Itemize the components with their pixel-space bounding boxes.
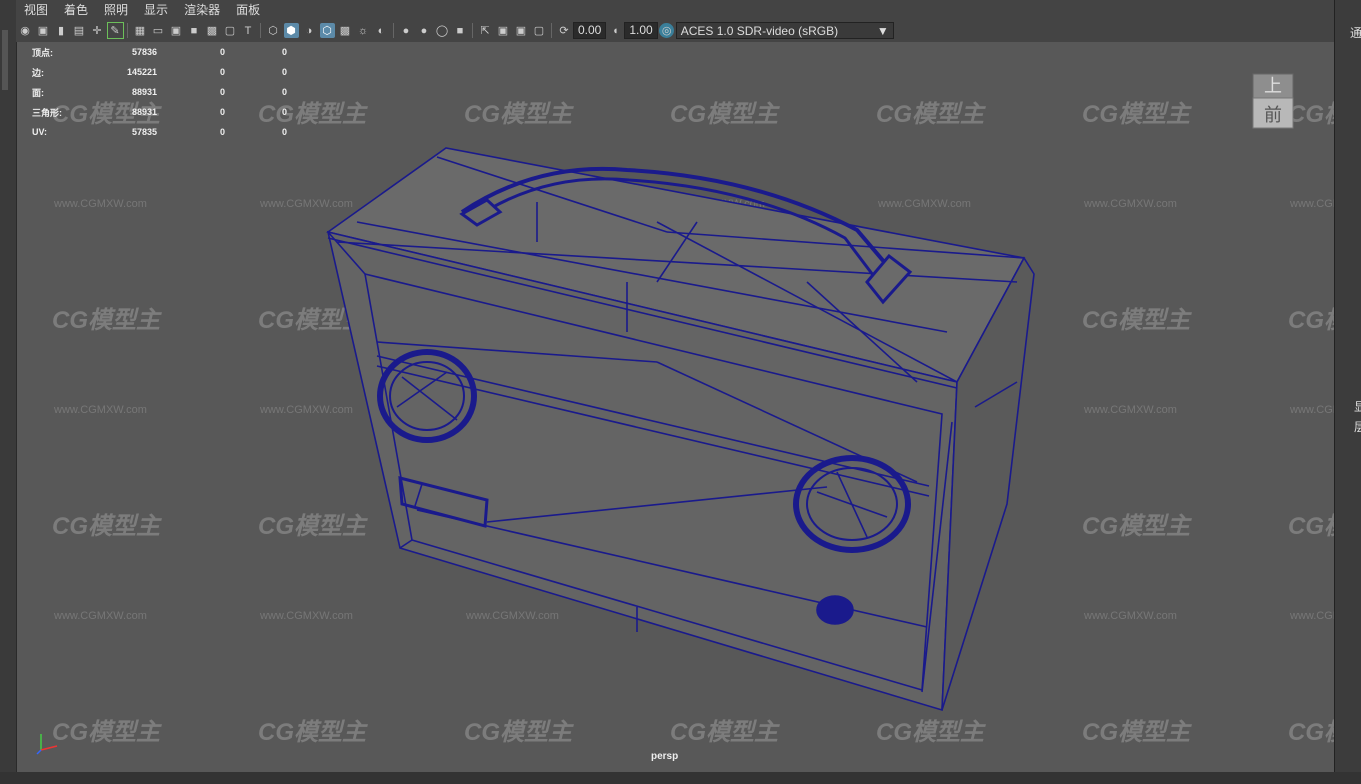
wireframe-on-shaded-icon[interactable]: ⬡ — [319, 23, 335, 38]
camera-label: persp — [651, 751, 679, 762]
separator — [551, 23, 552, 38]
smooth-shade-icon[interactable]: ⬢ — [283, 23, 299, 38]
safe-action-icon[interactable]: ▢ — [223, 23, 238, 38]
xray-joints-icon[interactable]: ▢ — [532, 23, 547, 38]
separator — [393, 23, 394, 38]
radio-model-wireframe[interactable] — [17, 42, 1334, 772]
exposure-icon[interactable]: ⟳ — [557, 23, 572, 38]
resolution-gate-icon[interactable]: ▣ — [169, 23, 184, 38]
time-slider-edge — [0, 772, 1361, 784]
xray-active-icon[interactable]: ▣ — [514, 23, 529, 38]
menu-shading[interactable]: 着色 — [56, 1, 96, 18]
grid-icon[interactable]: ▦ — [133, 23, 148, 38]
gamma-icon[interactable]: ◖ — [608, 23, 623, 38]
3d-viewport[interactable]: CG模型主 www.CGMXW.com CG模型主 www.CGMXW.com CG模型… — [17, 42, 1334, 772]
view-cube-front-label: 前 — [1264, 105, 1282, 126]
menu-panels[interactable]: 面板 — [228, 1, 268, 18]
panel-toolbar: ◉ ▣ ▮ ▤ ✛ ✎ ▦ ▭ ▣ ■ ▩ ▢ T ⬡ ⬢ ◑ ⬡ ▩ ☼ ◐ … — [16, 19, 1334, 42]
2d-pan-zoom-icon[interactable]: ✛ — [90, 23, 105, 38]
attribute-editor-edge: 通 显 层 — [1334, 0, 1361, 784]
left-scroll-handle[interactable] — [2, 30, 8, 90]
chevron-down-icon: ▼ — [876, 23, 889, 38]
model-mesh — [326, 147, 1035, 712]
right-panel-text: 通 — [1350, 26, 1361, 40]
wireframe-icon[interactable]: ⬡ — [266, 23, 281, 38]
depth-of-field-icon[interactable]: ■ — [453, 23, 468, 38]
view-cube-top-label: 上 — [1264, 76, 1282, 97]
menu-renderer[interactable]: 渲染器 — [176, 1, 228, 18]
view-cube[interactable]: 上 前 — [1249, 68, 1297, 130]
xray-icon[interactable]: ▣ — [496, 23, 511, 38]
shadows-icon[interactable]: ◐ — [374, 23, 389, 38]
isolate-select-icon[interactable]: ⇱ — [478, 23, 493, 38]
separator — [127, 23, 128, 38]
right-panel-text: 显 — [1354, 400, 1361, 414]
color-space-label: ACES 1.0 SDR-video (sRGB) — [680, 23, 839, 38]
camera-select-icon[interactable]: ◉ — [18, 23, 33, 38]
separator — [472, 23, 473, 38]
textured-icon[interactable]: ▩ — [338, 23, 353, 38]
field-chart-icon[interactable]: ▩ — [205, 23, 220, 38]
axis-indicator-icon — [36, 734, 58, 755]
camera-attributes-icon[interactable]: ▣ — [36, 23, 51, 38]
grease-pencil-icon[interactable]: ✎ — [106, 22, 124, 39]
menu-view[interactable]: 视图 — [16, 1, 56, 18]
image-plane-icon[interactable]: ▤ — [72, 23, 87, 38]
panel-menu-bar: 视图 着色 照明 显示 渲染器 面板 — [16, 0, 1334, 19]
exposure-field[interactable]: 0.00 — [573, 22, 607, 39]
film-gate-icon[interactable]: ▭ — [151, 23, 166, 38]
anti-aliasing-icon[interactable]: ◯ — [435, 23, 450, 38]
view-cube-shape: 上 前 — [1252, 73, 1294, 129]
gate-mask-icon[interactable]: ■ — [187, 23, 202, 38]
screen-space-ao-icon[interactable]: ● — [399, 23, 414, 38]
menu-lighting[interactable]: 照明 — [96, 1, 136, 18]
safe-title-icon[interactable]: T — [241, 23, 256, 38]
color-space-dropdown[interactable]: ACES 1.0 SDR-video (sRGB) ▼ — [675, 22, 894, 39]
lights-icon[interactable]: ☼ — [356, 23, 371, 38]
gamma-field[interactable]: 1.00 — [624, 22, 658, 39]
default-material-icon[interactable]: ◑ — [302, 23, 317, 38]
bookmark-icon[interactable]: ▮ — [54, 23, 69, 38]
right-panel-text: 层 — [1354, 420, 1361, 434]
menu-show[interactable]: 显示 — [136, 1, 176, 18]
motion-blur-icon[interactable]: ● — [417, 23, 432, 38]
left-toolbox — [0, 0, 17, 784]
color-management-icon[interactable]: ◎ — [659, 23, 675, 38]
separator — [260, 23, 261, 38]
